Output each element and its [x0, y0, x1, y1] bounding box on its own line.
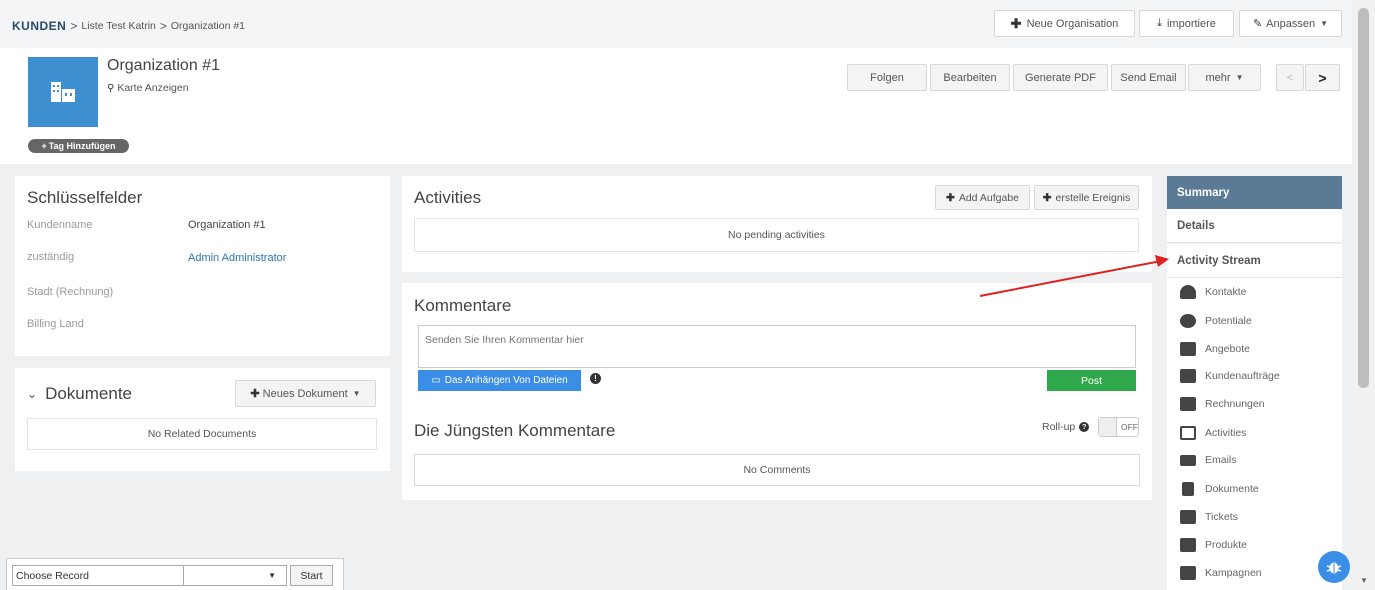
chevron-left-icon: < — [1286, 71, 1294, 84]
add-task-button[interactable]: ✚ Add Aufgabe — [935, 185, 1030, 210]
sidebar-item-dokumente[interactable]: Dokumente — [1180, 482, 1259, 496]
person-icon — [1180, 285, 1196, 299]
sidebar-item-angebote[interactable]: Angebote — [1180, 342, 1250, 356]
annotation-arrow — [979, 255, 1169, 297]
sidebar-tab-activity-stream[interactable]: Activity Stream — [1167, 244, 1342, 278]
sidebar-tab-summary[interactable]: Summary — [1167, 176, 1342, 209]
activities-title: Activities — [414, 188, 482, 207]
breadcrumb-record: Organization #1 — [170, 20, 246, 32]
new-document-button[interactable]: ✚ Neues Dokument ▼ — [235, 380, 376, 407]
comments-empty: No Comments — [414, 454, 1140, 486]
field-label: zuständig — [27, 251, 75, 263]
breadcrumb-separator: > — [159, 19, 167, 33]
sidebar-item-rechnungen[interactable]: Rechnungen — [1180, 397, 1265, 411]
sidebar-item-kampagnen[interactable]: Kampagnen — [1180, 566, 1262, 580]
caret-down-icon: ▼ — [1320, 19, 1329, 28]
sidebar-item-emails[interactable]: Emails — [1180, 454, 1237, 466]
toggle-knob — [1099, 418, 1117, 436]
sidebar-item-produkte[interactable]: Produkte — [1180, 538, 1247, 552]
ticket-icon — [1180, 510, 1196, 524]
edit-button[interactable]: Bearbeiten — [930, 64, 1010, 91]
sidebar-item-kundenauftraege[interactable]: Kundenaufträge — [1180, 369, 1280, 383]
plus-icon: ✚ — [946, 191, 955, 204]
import-button[interactable]: ⤓ importiere — [1139, 10, 1234, 37]
comments-title: Kommentare — [414, 296, 512, 315]
quote-icon — [1180, 342, 1196, 356]
breadcrumb: KUNDEN > Liste Test Katrin > Organizatio… — [12, 19, 245, 33]
sidebar-tab-details[interactable]: Details — [1167, 209, 1342, 243]
send-email-button[interactable]: Send Email — [1111, 64, 1186, 91]
info-icon[interactable]: ! — [590, 373, 601, 384]
show-map-link[interactable]: ⚲ Karte Anzeigen — [107, 82, 189, 94]
field-label: Stadt (Rechnung) — [27, 286, 114, 298]
caret-down-icon: ▼ — [268, 571, 276, 580]
bug-icon — [1326, 562, 1342, 574]
toggle-state: OFF — [1121, 422, 1138, 432]
recent-comments-title: Die Jüngsten Kommentare — [414, 421, 616, 440]
download-icon: ⤓ — [1157, 17, 1162, 29]
record-title: Organization #1 — [107, 57, 220, 74]
post-button[interactable]: Post — [1047, 370, 1136, 391]
scroll-down-icon[interactable]: ▼ — [1360, 576, 1368, 585]
laptop-icon: ▭ — [431, 375, 441, 386]
moneybag-icon — [1180, 314, 1196, 328]
chevron-right-icon: > — [1318, 69, 1327, 86]
map-marker-icon: ⚲ — [107, 82, 115, 94]
field-value[interactable]: Organization #1 — [188, 219, 266, 231]
sidebar-item-kontakte[interactable]: Kontakte — [1180, 285, 1246, 299]
activities-empty: No pending activities — [414, 218, 1139, 252]
rollup-toggle[interactable]: OFF — [1098, 417, 1139, 437]
building-icon — [51, 82, 75, 102]
more-button[interactable]: mehr ▼ — [1188, 64, 1261, 91]
plus-icon: ✚ — [250, 388, 260, 400]
plus-icon: ✚ — [1042, 191, 1052, 204]
document-icon — [1182, 482, 1194, 496]
documents-empty: No Related Documents — [27, 418, 377, 450]
follow-button[interactable]: Folgen — [847, 64, 927, 91]
megaphone-icon — [1180, 566, 1196, 580]
salesorder-icon — [1180, 369, 1196, 383]
field-label: Billing Land — [27, 318, 84, 330]
sidebar-item-activities[interactable]: Activities — [1180, 426, 1246, 440]
add-event-button[interactable]: ✚ erstelle Ereignis — [1034, 185, 1139, 210]
documents-title: Dokumente — [45, 384, 132, 403]
breadcrumb-separator: > — [70, 19, 78, 33]
add-tag-button[interactable]: + Tag Hinzufügen — [28, 139, 129, 153]
attach-files-button[interactable]: ▭ Das Anhängen Von Dateien — [418, 370, 581, 391]
box-icon — [1180, 538, 1196, 552]
info-icon[interactable]: ? — [1079, 422, 1090, 432]
next-record-button[interactable]: > — [1305, 64, 1340, 91]
plus-icon: ✚ — [1010, 15, 1022, 31]
customize-button[interactable]: ✎ Anpassen ▼ — [1239, 10, 1342, 37]
scrollbar-thumb[interactable] — [1358, 8, 1369, 388]
previous-record-button[interactable]: < — [1276, 64, 1304, 91]
start-button[interactable]: Start — [290, 565, 333, 586]
field-value-link[interactable]: Admin Administrator — [188, 252, 286, 264]
caret-down-icon: ▼ — [1235, 73, 1244, 82]
caret-down-icon: ▼ — [352, 389, 361, 398]
rollup-label: Roll-up ? — [1042, 421, 1090, 433]
field-label: Kundenname — [27, 219, 93, 231]
chevron-down-icon: ⌄ — [27, 387, 38, 401]
sidebar-item-potentiale[interactable]: Potentiale — [1180, 314, 1252, 328]
breadcrumb-list[interactable]: Liste Test Katrin — [81, 20, 156, 32]
sidebar-item-tickets[interactable]: Tickets — [1180, 510, 1238, 524]
bug-report-button[interactable] — [1318, 551, 1350, 583]
choose-record-input[interactable]: Choose Record — [12, 565, 184, 586]
new-organisation-button[interactable]: ✚ Neue Organisation — [994, 10, 1135, 37]
organization-avatar — [28, 57, 98, 127]
comment-input[interactable] — [418, 325, 1136, 368]
generate-pdf-button[interactable]: Generate PDF — [1013, 64, 1108, 91]
breadcrumb-module[interactable]: KUNDEN — [12, 19, 66, 33]
invoice-icon — [1180, 397, 1196, 411]
key-fields-title: Schlüsselfelder — [27, 188, 143, 207]
collapse-toggle[interactable]: ⌄ Dokumente — [27, 384, 132, 404]
plus-icon: + — [41, 141, 47, 151]
wrench-icon: ✎ — [1252, 18, 1263, 30]
record-type-select[interactable]: ▼ — [183, 565, 287, 586]
envelope-icon — [1180, 454, 1196, 466]
calendar-icon — [1180, 426, 1196, 440]
